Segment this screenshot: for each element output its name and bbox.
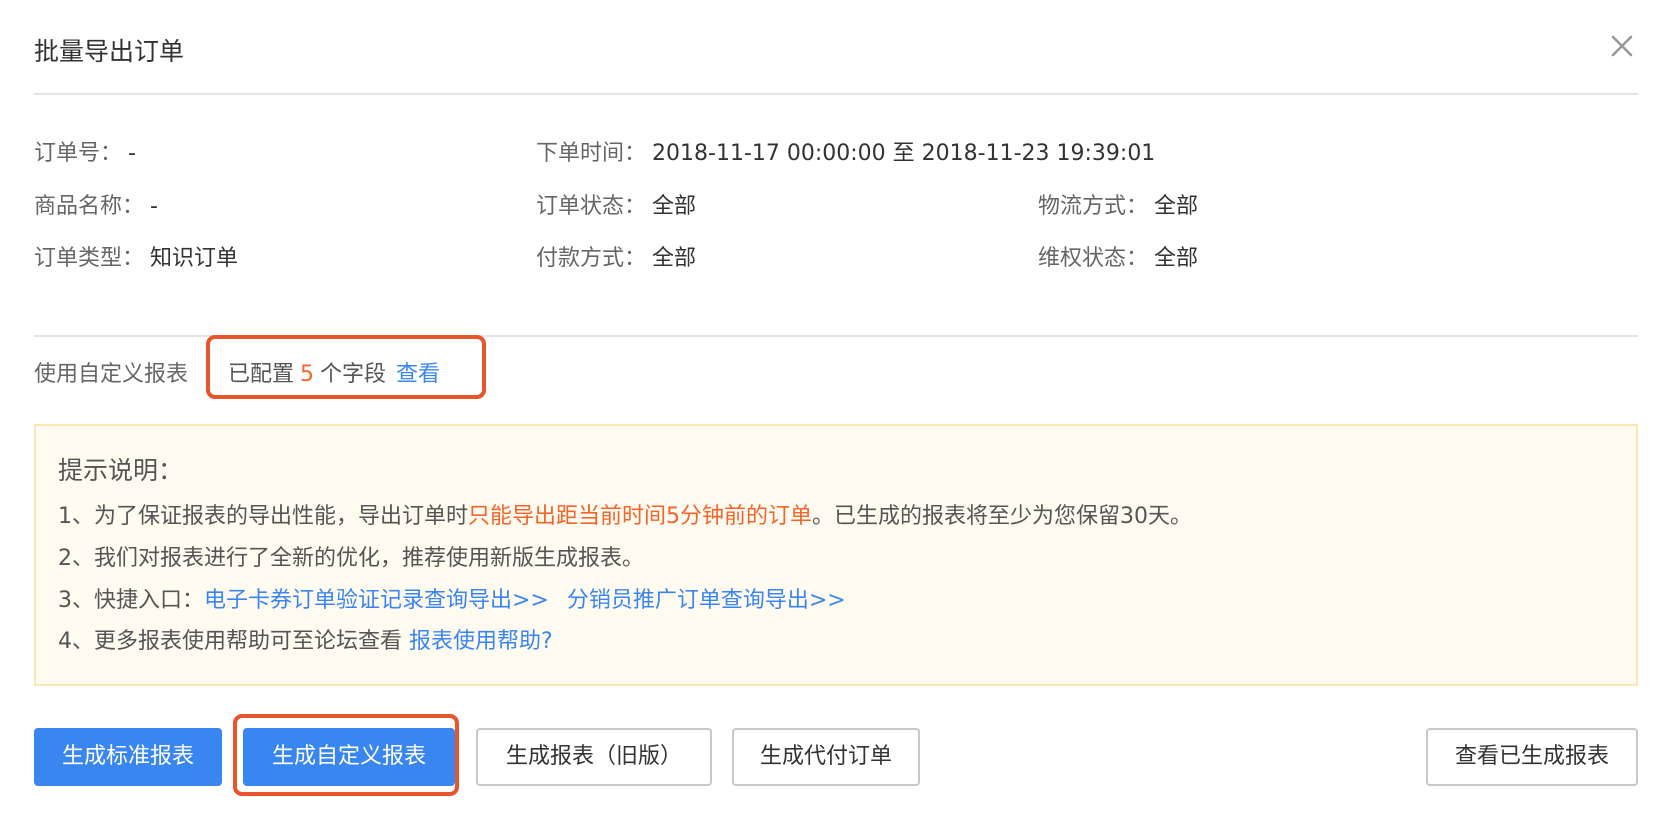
view-generated-reports-button[interactable]: 查看已生成报表 [1426, 728, 1638, 786]
filter-value: 2018-11-17 00:00:00 至 2018-11-23 19:39:0… [652, 141, 1156, 166]
filter-value: - [128, 141, 136, 166]
distributor-order-export-link[interactable]: 分销员推广订单查询导出>> [567, 588, 846, 613]
generate-proxy-pay-order-button[interactable]: 生成代付订单 [732, 728, 920, 786]
filter-order-no: 订单号： - [34, 139, 136, 169]
notice-line-3: 3、快捷入口：电子卡券订单验证记录查询导出>> 分销员推广订单查询导出>> [58, 586, 846, 616]
filter-product-name: 商品名称： - [34, 192, 158, 222]
filter-value: 全部 [652, 246, 697, 271]
filter-label: 订单号： [34, 141, 123, 166]
configured-suffix: 个字段 [320, 362, 387, 387]
notice-box: 提示说明： 1、为了保证报表的导出性能，导出订单时只能导出距当前时间5分钟前的订… [34, 424, 1638, 686]
filter-label: 下单时间： [536, 141, 647, 166]
notice-line-2: 2、我们对报表进行了全新的优化，推荐使用新版生成报表。 [58, 546, 644, 571]
filter-logistics: 物流方式： 全部 [1038, 192, 1198, 222]
filter-order-status: 订单状态： 全部 [536, 192, 696, 222]
filter-label: 订单状态： [536, 194, 647, 219]
notice-line-4: 4、更多报表使用帮助可至论坛查看 报表使用帮助? [58, 627, 553, 657]
filter-value: 全部 [1154, 194, 1199, 219]
filter-order-time: 下单时间： 2018-11-17 00:00:00 至 2018-11-23 19… [536, 139, 1155, 169]
generate-custom-report-button[interactable]: 生成自定义报表 [243, 728, 455, 786]
filter-rights-status: 维权状态： 全部 [1038, 244, 1198, 274]
filter-value: 全部 [652, 194, 697, 219]
notice-line-1: 1、为了保证报表的导出性能，导出订单时只能导出距当前时间5分钟前的订单。已生成的… [58, 502, 1192, 532]
filter-value: - [150, 194, 158, 219]
configured-count: 5 [300, 362, 315, 387]
filter-label: 商品名称： [34, 194, 145, 219]
filter-label: 付款方式： [536, 246, 647, 271]
notice-text: 1、为了保证报表的导出性能，导出订单时 [58, 504, 468, 529]
close-icon [1604, 28, 1640, 64]
generate-standard-report-button[interactable]: 生成标准报表 [34, 728, 222, 786]
filter-value: 全部 [1154, 246, 1199, 271]
view-fields-link[interactable]: 查看 [396, 362, 440, 387]
title-divider [34, 93, 1638, 95]
custom-report-label: 使用自定义报表 [34, 362, 189, 387]
section-divider [34, 335, 1638, 337]
notice-text: 4、更多报表使用帮助可至论坛查看 [58, 629, 402, 654]
notice-text: 。已生成的报表将至少为您保留30天。 [812, 504, 1192, 529]
notice-title: 提示说明： [58, 456, 184, 485]
filter-order-type: 订单类型： 知识订单 [34, 244, 238, 274]
filter-label: 维权状态： [1038, 246, 1149, 271]
notice-warning-text: 只能导出距当前时间5分钟前的订单 [468, 504, 812, 529]
close-button[interactable] [1604, 28, 1640, 64]
report-help-link[interactable]: 报表使用帮助? [409, 629, 553, 654]
dialog-title: 批量导出订单 [34, 37, 185, 66]
generate-legacy-report-button[interactable]: 生成报表（旧版） [476, 728, 712, 786]
notice-text: 3、快捷入口： [58, 588, 204, 613]
filter-payment: 付款方式： 全部 [536, 244, 696, 274]
ecard-verify-export-link[interactable]: 电子卡券订单验证记录查询导出>> [204, 588, 549, 613]
filter-label: 订单类型： [34, 246, 145, 271]
custom-report-status: 已配置 5 个字段 查看 [228, 358, 440, 392]
filter-value: 知识订单 [150, 246, 239, 271]
filter-label: 物流方式： [1038, 194, 1149, 219]
configured-prefix: 已配置 [228, 362, 295, 387]
